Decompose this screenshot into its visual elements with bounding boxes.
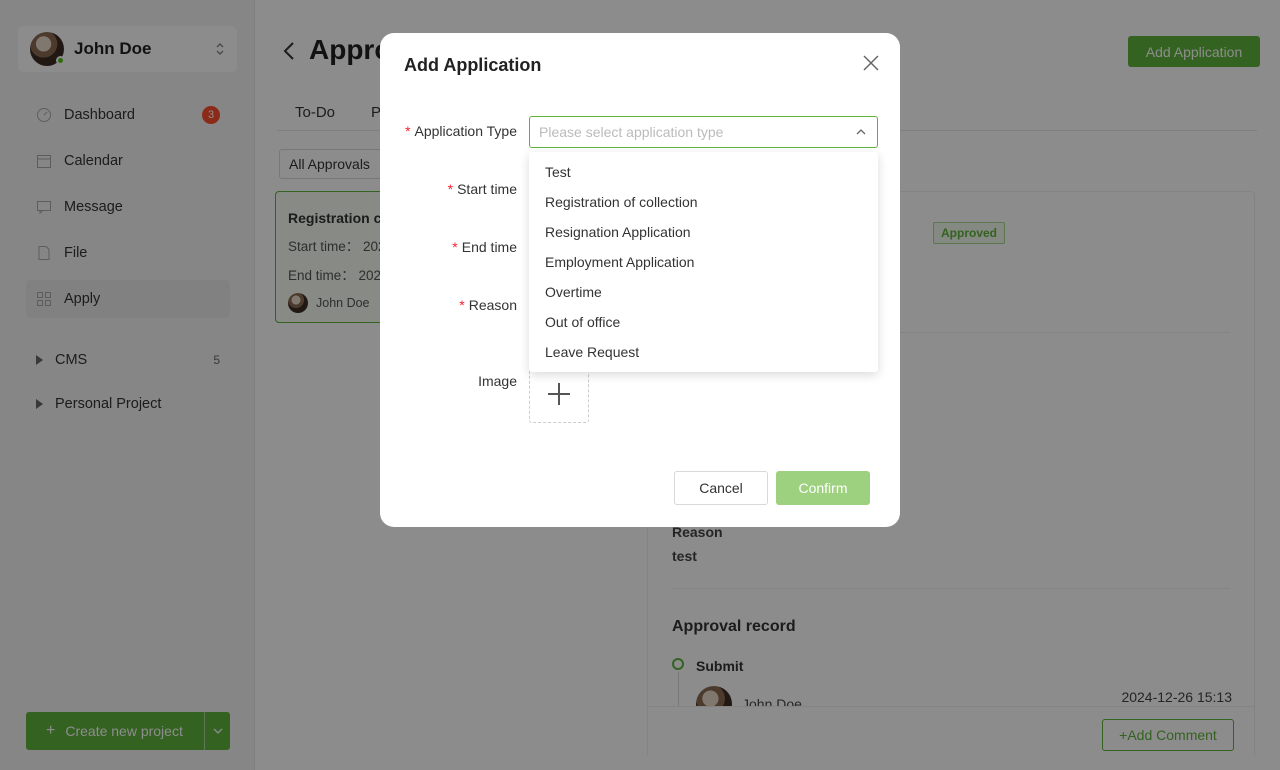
close-icon[interactable] [862,54,880,72]
dropdown-option-employment[interactable]: Employment Application [529,247,878,277]
required-asterisk: * [405,123,411,139]
select-placeholder: Please select application type [539,124,724,140]
application-type-dropdown: Test Registration of collection Resignat… [529,152,878,372]
label-text: Start time [457,181,517,197]
label-text: Reason [468,297,517,313]
cancel-button[interactable]: Cancel [674,471,768,505]
dropdown-option-leave-request[interactable]: Leave Request [529,337,878,367]
end-time-label: * End time [452,239,517,255]
confirm-button[interactable]: Confirm [776,471,870,505]
plus-icon [548,383,570,405]
reason-field-label: * Reason [459,297,517,313]
dropdown-option-out-of-office[interactable]: Out of office [529,307,878,337]
label-text: Application Type [414,123,517,139]
image-label: Image [478,373,517,389]
dropdown-option-resignation[interactable]: Resignation Application [529,217,878,247]
application-type-label: * Application Type [405,123,517,139]
dropdown-option-test[interactable]: Test [529,157,878,187]
required-asterisk: * [447,181,454,197]
image-upload-button[interactable] [529,365,589,423]
label-text: End time [461,239,517,255]
start-time-label: * Start time [448,181,517,197]
required-asterisk: * [452,239,458,255]
application-type-select[interactable]: Please select application type [529,116,878,148]
dialog-title: Add Application [404,55,542,75]
dropdown-option-registration[interactable]: Registration of collection [529,187,878,217]
chevron-up-icon [856,129,866,135]
required-asterisk: * [459,297,465,313]
dropdown-option-overtime[interactable]: Overtime [529,277,878,307]
